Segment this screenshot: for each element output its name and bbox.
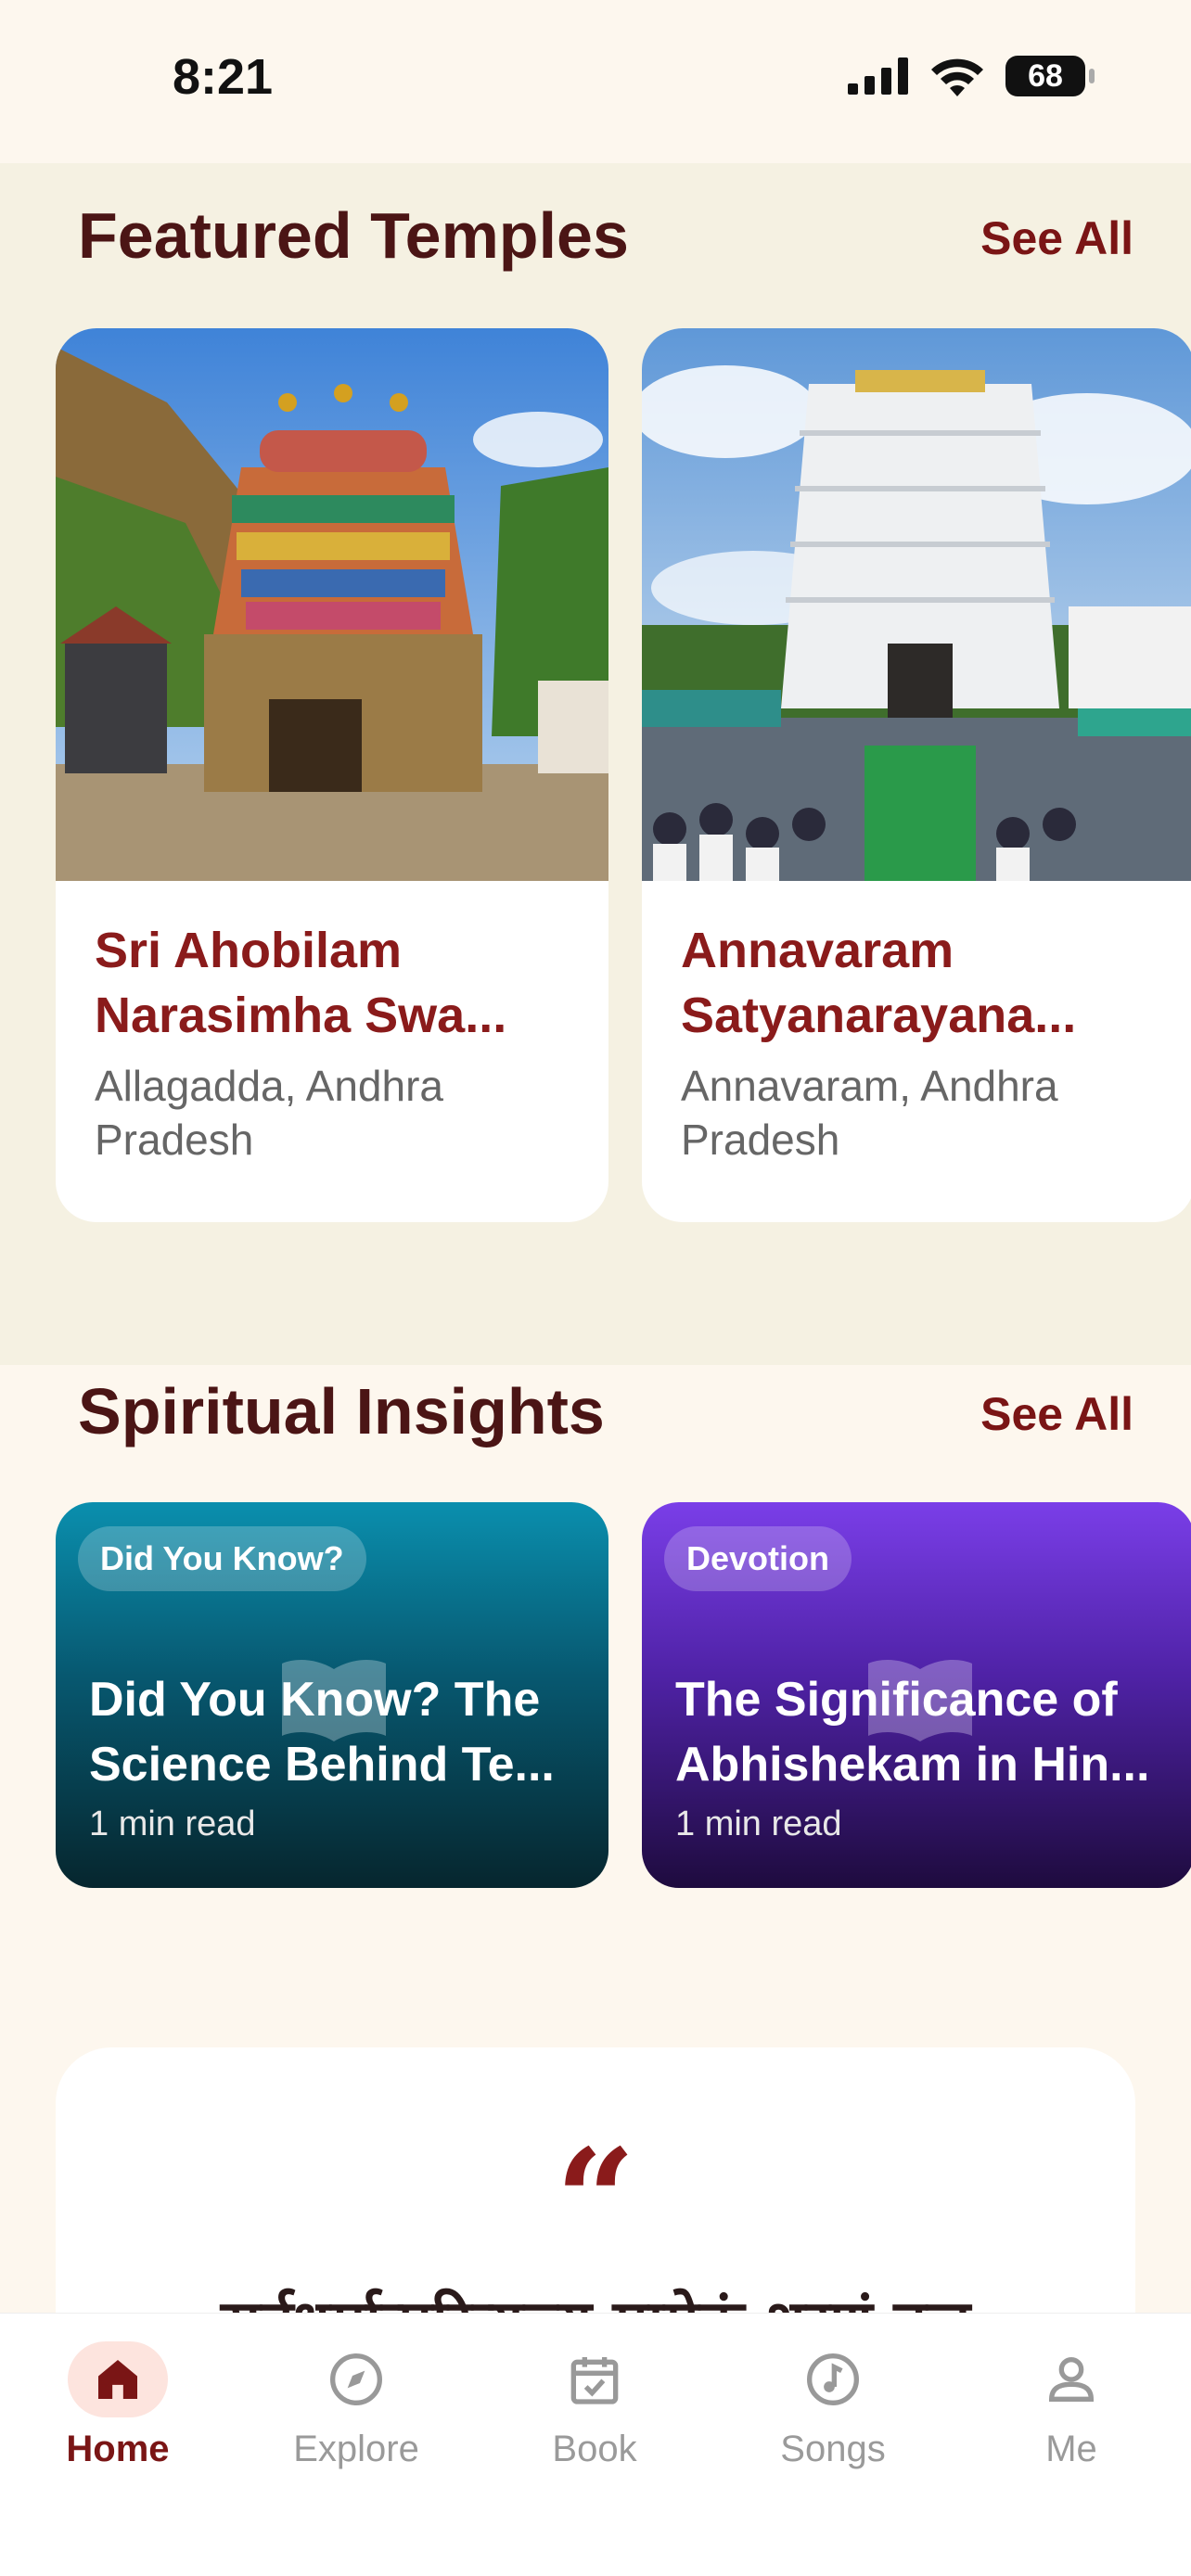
insight-tag: Did You Know? <box>78 1526 366 1591</box>
compass-icon <box>306 2341 406 2417</box>
temple-name: Annavaram Satyanarayana... <box>681 923 1077 1043</box>
featured-title: Featured Temples <box>78 199 629 272</box>
temple-location: Allagadda, Andhra Pradesh <box>95 1062 443 1164</box>
tab-songs[interactable]: Songs <box>740 2341 926 2470</box>
tab-label: Explore <box>293 2429 419 2469</box>
insights-see-all-link[interactable]: See All <box>980 1387 1133 1441</box>
tab-label: Me <box>1045 2429 1097 2469</box>
insight-tag: Devotion <box>664 1526 852 1591</box>
quote-mark-icon: “ <box>555 2119 636 2282</box>
person-icon <box>1021 2341 1121 2417</box>
tab-book[interactable]: Book <box>502 2341 687 2470</box>
music-icon <box>783 2341 883 2417</box>
temple-image-annavaram <box>642 328 1191 881</box>
insight-card[interactable]: Did You Know? Did You Know? The Science … <box>56 1502 608 1888</box>
insight-title: The Significance of Abhishekam in Hin... <box>675 1673 1150 1792</box>
insight-read-time: 1 min read <box>675 1804 842 1843</box>
featured-temples-section: Featured Temples See All Sri Ahobilam Na… <box>0 163 1191 1365</box>
signal-icon <box>848 57 908 95</box>
tab-label: Book <box>552 2429 637 2469</box>
temple-card[interactable]: Annavaram Satyanarayana... Annavaram, An… <box>642 328 1191 1222</box>
insight-title: Did You Know? The Science Behind Te... <box>89 1673 555 1792</box>
tab-label: Songs <box>780 2429 886 2469</box>
calendar-check-icon <box>544 2341 645 2417</box>
temple-image-ahobilam <box>56 328 608 881</box>
wifi-icon <box>931 58 983 96</box>
home-icon <box>68 2341 168 2417</box>
battery-indicator: 68 <box>1005 56 1095 96</box>
status-time: 8:21 <box>173 49 274 105</box>
temple-name: Sri Ahobilam Narasimha Swa... <box>95 923 507 1043</box>
bottom-tab-bar: Home Explore Book Songs Me <box>0 2313 1191 2576</box>
temple-location: Annavaram, Andhra Pradesh <box>681 1062 1058 1164</box>
tab-me[interactable]: Me <box>979 2341 1164 2470</box>
status-bar: 8:21 68 <box>0 0 1191 163</box>
insights-title: Spiritual Insights <box>78 1375 605 1447</box>
status-icons: 68 <box>848 56 1095 96</box>
temple-card[interactable]: Sri Ahobilam Narasimha Swa... Allagadda,… <box>56 328 608 1222</box>
insight-card[interactable]: Devotion The Significance of Abhishekam … <box>642 1502 1191 1888</box>
featured-see-all-link[interactable]: See All <box>980 211 1133 265</box>
insight-read-time: 1 min read <box>89 1804 256 1843</box>
tab-home[interactable]: Home <box>25 2341 211 2470</box>
tab-label: Home <box>66 2429 170 2469</box>
tab-explore[interactable]: Explore <box>263 2341 449 2470</box>
